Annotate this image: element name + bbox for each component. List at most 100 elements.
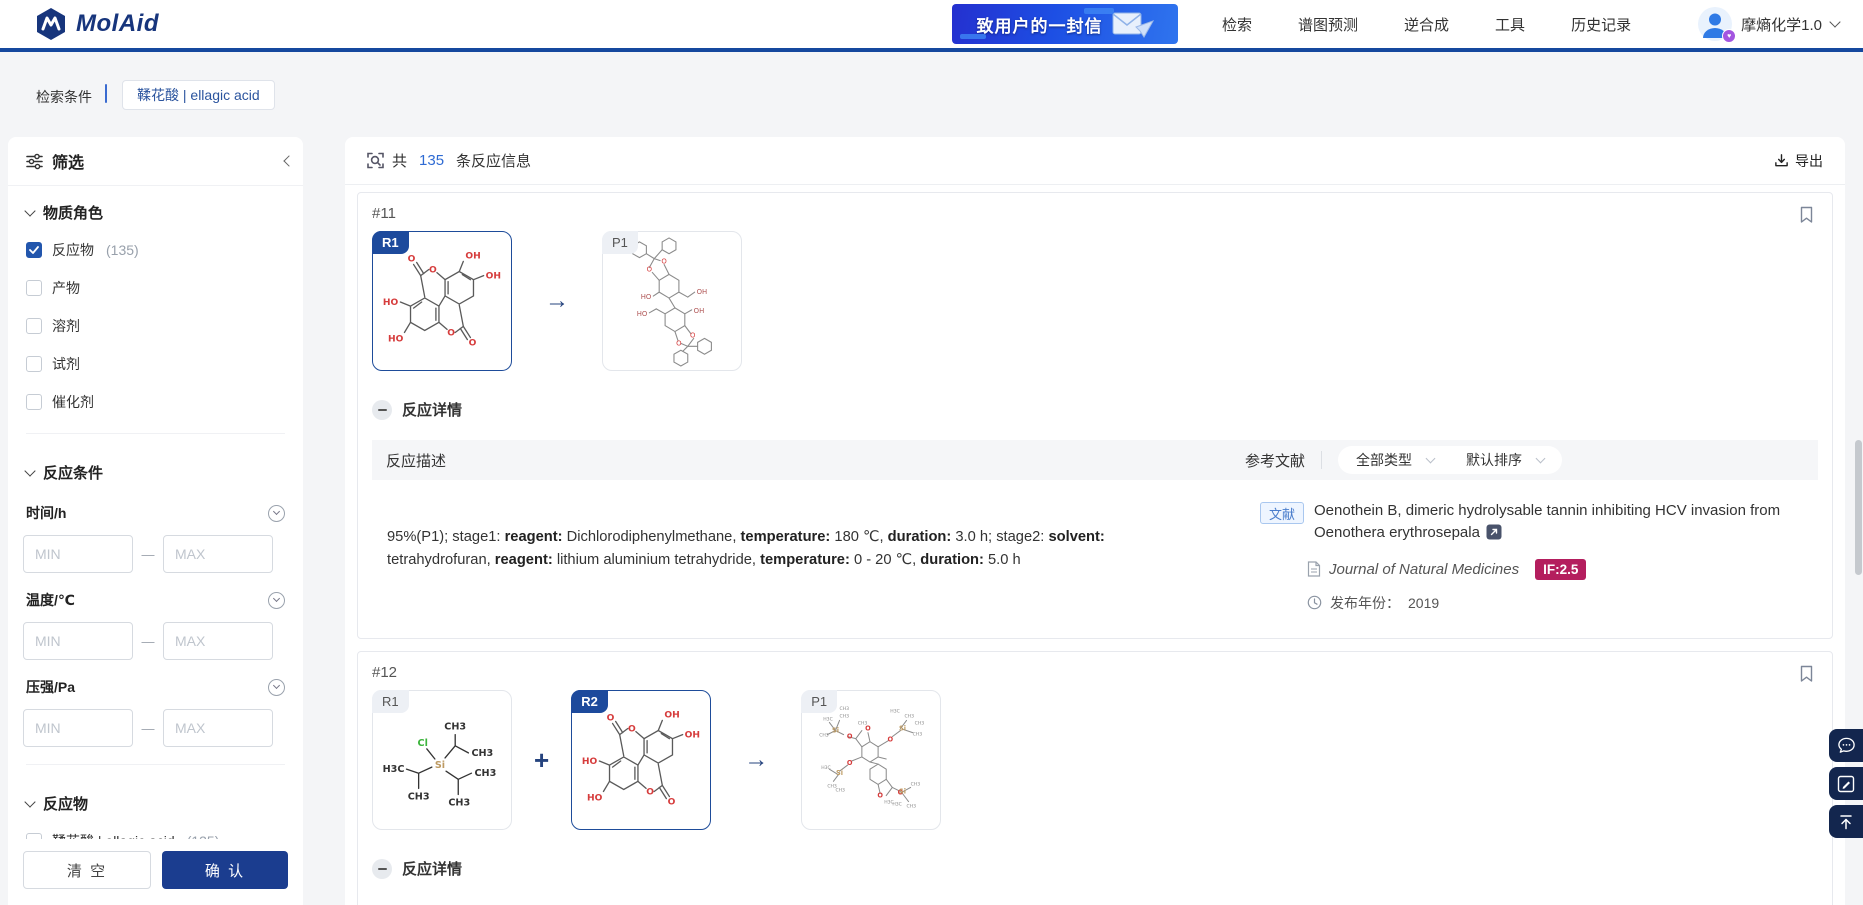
chevron-down-icon bbox=[24, 796, 35, 807]
molecule-tag: R2 bbox=[571, 690, 608, 713]
banner-decoration bbox=[1084, 8, 1114, 14]
reference-entry: 文献 Oenothein B, dimeric hydrolysable tan… bbox=[1260, 500, 1835, 613]
molecule-tag: P1 bbox=[801, 690, 837, 713]
edit-note-button[interactable] bbox=[1829, 767, 1863, 800]
user-menu[interactable]: ♥ 摩熵化学1.0 bbox=[1698, 0, 1839, 48]
minus-circle-icon[interactable] bbox=[372, 859, 392, 879]
external-link-icon[interactable] bbox=[1486, 524, 1502, 547]
nav-item-retrosynthesis[interactable]: 逆合成 bbox=[1404, 14, 1449, 35]
user-letter-banner[interactable]: 致用户的一封信 bbox=[952, 4, 1178, 44]
breadcrumb-chip-ellagic-acid[interactable]: 鞣花酸 | ellagic acid bbox=[122, 80, 275, 110]
brand-logo[interactable]: MolAid bbox=[34, 7, 159, 41]
checkbox[interactable] bbox=[26, 394, 42, 410]
scan-search-icon bbox=[367, 152, 384, 169]
reference-title[interactable]: Oenothein B, dimeric hydrolysable tannin… bbox=[1314, 500, 1819, 547]
back-to-top-button[interactable] bbox=[1829, 805, 1863, 838]
feedback-button[interactable] bbox=[1829, 729, 1863, 762]
collapse-sidebar-icon[interactable] bbox=[281, 154, 295, 168]
nav-item-history[interactable]: 历史记录 bbox=[1571, 14, 1631, 35]
option-count: (135) bbox=[106, 242, 139, 258]
checkbox[interactable] bbox=[26, 280, 42, 296]
reaction-card: #11 R1 → P1 反应详情 反应描述 bbox=[357, 192, 1833, 639]
clear-button[interactable]: 清 空 bbox=[23, 851, 151, 889]
range-dash: — bbox=[133, 547, 163, 562]
details-label: 反应详情 bbox=[402, 399, 462, 420]
checkbox-checked[interactable] bbox=[26, 242, 42, 258]
molecule-structure-product bbox=[805, 694, 937, 826]
option-label: 溶剂 bbox=[52, 316, 80, 336]
condition-time: 时间/h bbox=[8, 491, 303, 532]
checkbox[interactable] bbox=[26, 356, 42, 372]
bookmark-icon[interactable] bbox=[1799, 665, 1814, 688]
reaction-id: #11 bbox=[372, 205, 1818, 222]
role-option-reagent[interactable]: 试剂 bbox=[8, 345, 303, 383]
nav-item-search[interactable]: 检索 bbox=[1222, 14, 1252, 35]
reaction-details-toggle[interactable]: 反应详情 bbox=[372, 858, 1818, 879]
filter-title: 筛选 bbox=[52, 149, 84, 173]
molecule-tag: R1 bbox=[372, 690, 409, 713]
vip-badge-icon: ♥ bbox=[1722, 29, 1736, 43]
type-filter-label: 全部类型 bbox=[1356, 450, 1412, 470]
chevron-down-icon bbox=[24, 465, 35, 476]
field-label: 温度/℃ bbox=[26, 590, 75, 610]
pressure-min-input[interactable] bbox=[23, 709, 133, 747]
details-label: 反应详情 bbox=[402, 858, 462, 879]
filter-header: 筛选 bbox=[8, 137, 303, 186]
confirm-button[interactable]: 确 认 bbox=[162, 851, 288, 889]
pressure-max-input[interactable] bbox=[163, 709, 273, 747]
divider bbox=[26, 433, 285, 434]
main-nav: 检索 谱图预测 逆合成 工具 历史记录 bbox=[1222, 0, 1631, 48]
publish-year-label: 发布年份： bbox=[1330, 593, 1400, 613]
field-label: 时间/h bbox=[26, 503, 66, 523]
sort-filter-dropdown[interactable]: 默认排序 bbox=[1466, 450, 1544, 470]
minus-circle-icon[interactable] bbox=[372, 400, 392, 420]
circle-chevron-icon[interactable] bbox=[268, 592, 285, 609]
circle-chevron-icon[interactable] bbox=[268, 679, 285, 696]
circle-chevron-icon[interactable] bbox=[268, 505, 285, 522]
user-name: 摩熵化学1.0 bbox=[1741, 14, 1822, 35]
details-body: 95%(P1); stage1: reagent: Dichlorodiphen… bbox=[372, 480, 1818, 638]
temperature-max-input[interactable] bbox=[163, 622, 273, 660]
type-filter-dropdown[interactable]: 全部类型 bbox=[1356, 450, 1434, 470]
filter-sidebar: 筛选 物质角色 反应物 (135) 产物 溶剂 试剂 催化剂 反应条件 时间/h bbox=[8, 137, 303, 905]
results-count-suffix: 条反应信息 bbox=[456, 150, 531, 171]
vertical-scrollbar[interactable] bbox=[1855, 440, 1862, 575]
option-label: 试剂 bbox=[52, 354, 80, 374]
role-option-reactant[interactable]: 反应物 (135) bbox=[8, 231, 303, 269]
export-button[interactable]: 导出 bbox=[1774, 151, 1823, 171]
bookmark-icon[interactable] bbox=[1799, 206, 1814, 229]
checkbox[interactable] bbox=[26, 318, 42, 334]
molecule-structure-ellagic-acid bbox=[376, 235, 508, 367]
role-option-solvent[interactable]: 溶剂 bbox=[8, 307, 303, 345]
reaction-list: #11 R1 → P1 反应详情 反应描述 bbox=[345, 185, 1845, 905]
reaction-arrow: → bbox=[744, 746, 768, 774]
section-reactants[interactable]: 反应物 bbox=[8, 777, 303, 822]
plus-operator: + bbox=[534, 745, 549, 776]
molecule-box-r2[interactable]: R2 bbox=[571, 690, 711, 830]
molecule-box-p1[interactable]: P1 bbox=[801, 690, 941, 830]
clock-icon bbox=[1307, 595, 1322, 610]
reaction-details-toggle[interactable]: 反应详情 bbox=[372, 399, 1818, 420]
molecule-box-p1[interactable]: P1 bbox=[602, 231, 742, 371]
role-option-catalyst[interactable]: 催化剂 bbox=[8, 383, 303, 421]
reaction-scheme: R1 → P1 bbox=[372, 231, 1818, 371]
nav-item-spectra-prediction[interactable]: 谱图预测 bbox=[1298, 14, 1358, 35]
time-max-input[interactable] bbox=[163, 535, 273, 573]
molecule-box-r1[interactable]: R1 bbox=[372, 231, 512, 371]
section-title: 反应条件 bbox=[43, 462, 103, 483]
filter-sliders-icon bbox=[26, 153, 43, 170]
molecule-box-r1[interactable]: R1 bbox=[372, 690, 512, 830]
time-min-input[interactable] bbox=[23, 535, 133, 573]
chevron-down-icon bbox=[1426, 454, 1436, 464]
results-panel: 共135条反应信息 导出 #11 R1 → bbox=[345, 137, 1845, 905]
field-label: 压强/Pa bbox=[26, 677, 75, 697]
divider bbox=[1321, 451, 1322, 469]
export-label: 导出 bbox=[1795, 151, 1823, 171]
temperature-range: — bbox=[8, 619, 303, 665]
section-substance-role[interactable]: 物质角色 bbox=[8, 186, 303, 231]
results-count-prefix: 共 bbox=[392, 150, 407, 171]
role-option-product[interactable]: 产物 bbox=[8, 269, 303, 307]
section-reaction-conditions[interactable]: 反应条件 bbox=[8, 446, 303, 491]
temperature-min-input[interactable] bbox=[23, 622, 133, 660]
nav-item-tools[interactable]: 工具 bbox=[1495, 14, 1525, 35]
